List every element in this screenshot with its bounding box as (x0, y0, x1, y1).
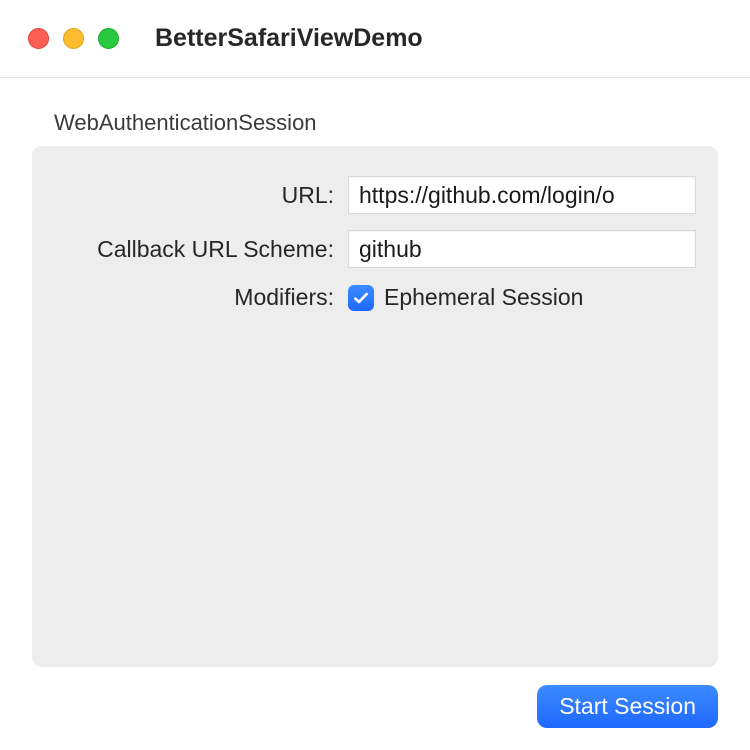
section-heading: WebAuthenticationSession (54, 110, 718, 136)
url-label: URL: (54, 182, 334, 209)
start-session-button[interactable]: Start Session (537, 685, 718, 728)
modifiers-row: Modifiers: Ephemeral Session (54, 284, 696, 311)
ephemeral-label: Ephemeral Session (384, 284, 583, 311)
url-row: URL: (54, 176, 696, 214)
ephemeral-checkbox[interactable] (348, 285, 374, 311)
callback-label: Callback URL Scheme: (54, 236, 334, 263)
traffic-lights (28, 28, 119, 49)
content-area: WebAuthenticationSession URL: Callback U… (0, 78, 750, 750)
window: BetterSafariViewDemo WebAuthenticationSe… (0, 0, 750, 750)
checkmark-icon (352, 289, 370, 307)
form-panel: URL: Callback URL Scheme: Modifiers: Eph… (32, 146, 718, 667)
url-input[interactable] (348, 176, 696, 214)
callback-row: Callback URL Scheme: (54, 230, 696, 268)
maximize-icon[interactable] (98, 28, 119, 49)
footer: Start Session (32, 685, 718, 728)
minimize-icon[interactable] (63, 28, 84, 49)
close-icon[interactable] (28, 28, 49, 49)
titlebar: BetterSafariViewDemo (0, 0, 750, 78)
modifiers-label: Modifiers: (54, 284, 334, 311)
callback-input[interactable] (348, 230, 696, 268)
ephemeral-checkbox-wrap: Ephemeral Session (348, 284, 696, 311)
window-title: BetterSafariViewDemo (155, 24, 423, 53)
